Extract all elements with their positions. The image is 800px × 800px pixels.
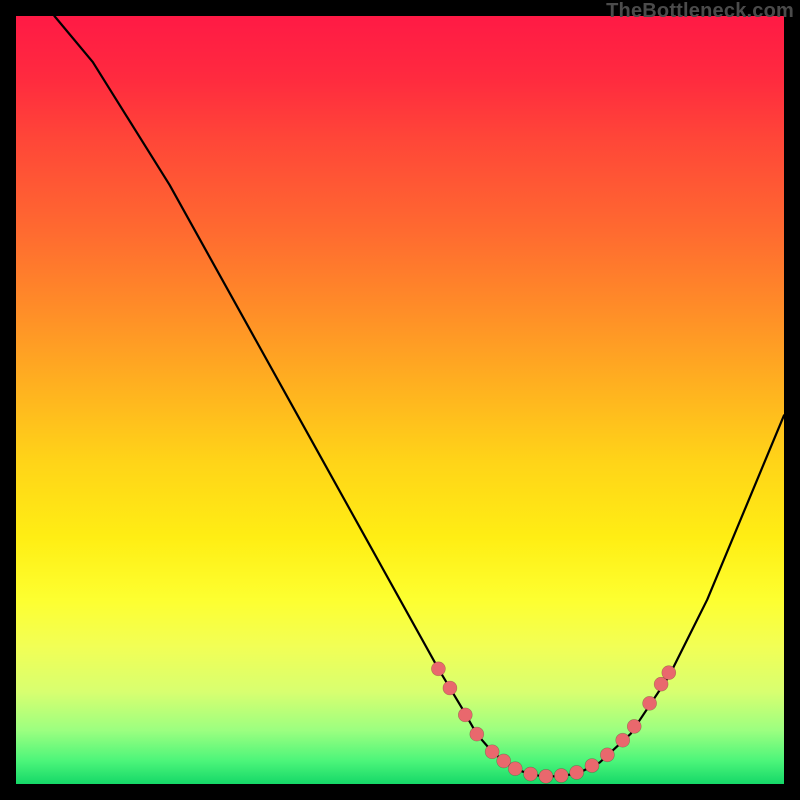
data-point xyxy=(431,662,445,676)
data-point xyxy=(662,666,676,680)
data-point xyxy=(585,759,599,773)
data-point xyxy=(539,769,553,783)
data-point xyxy=(600,748,614,762)
plot-area xyxy=(16,16,784,784)
data-point xyxy=(458,708,472,722)
data-point xyxy=(554,769,568,783)
data-point xyxy=(443,681,457,695)
data-points-group xyxy=(431,662,675,784)
watermark-text: TheBottleneck.com xyxy=(606,0,794,23)
data-point xyxy=(570,765,584,779)
chart-container: TheBottleneck.com xyxy=(0,0,800,800)
bottleneck-curve xyxy=(54,16,784,776)
data-point xyxy=(627,719,641,733)
data-point xyxy=(485,745,499,759)
data-point xyxy=(524,767,538,781)
data-point xyxy=(643,696,657,710)
data-point xyxy=(616,733,630,747)
data-point xyxy=(470,727,484,741)
data-point xyxy=(508,762,522,776)
chart-svg xyxy=(16,16,784,784)
